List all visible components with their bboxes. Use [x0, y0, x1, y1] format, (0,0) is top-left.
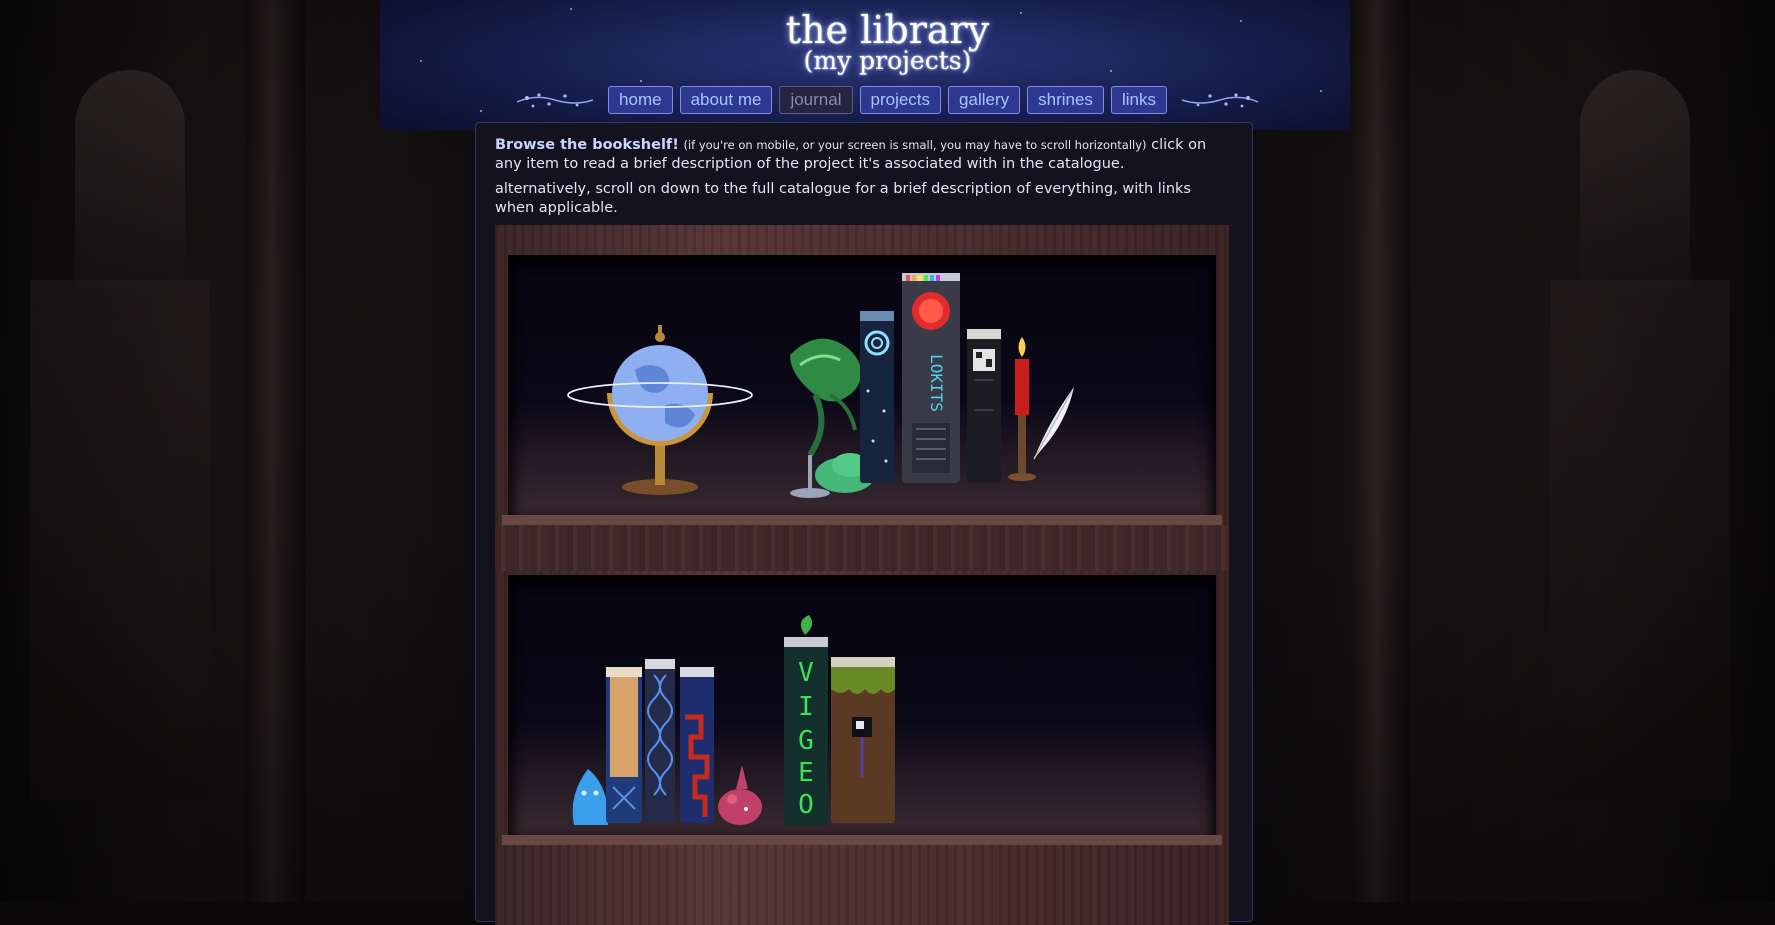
bookshelf: LOKITS V I G E O [495, 225, 1229, 925]
main-nav: home about me journal projects gallery s… [0, 86, 1775, 114]
intro-text: Browse the bookshelf! (if you're on mobi… [495, 136, 1225, 224]
quill-icon[interactable] [1028, 383, 1078, 463]
nav-gallery[interactable]: gallery [948, 86, 1021, 114]
nav-links[interactable]: links [1110, 86, 1167, 114]
vigeo-book-icon[interactable]: VIGEO [783, 615, 829, 825]
content-panel: Browse the bookshelf! (if you're on mobi… [475, 122, 1253, 925]
globe-icon[interactable] [565, 315, 755, 495]
right-bg-shelf [1550, 280, 1730, 800]
nav-journal[interactable]: journal [779, 86, 853, 114]
left-flourish-icon [516, 93, 594, 108]
intro-paragraph-1: Browse the bookshelf! (if you're on mobi… [495, 136, 1225, 174]
nav-projects[interactable]: projects [859, 86, 942, 114]
tan-book-icon[interactable] [605, 667, 643, 823]
bottom-shelf: VIGEO [502, 575, 1222, 845]
bottom-shelf-ledge [502, 835, 1222, 845]
top-shelf-ledge [502, 515, 1222, 525]
qr-book-icon[interactable] [966, 329, 1002, 483]
left-pillar [245, 0, 305, 902]
nav-about-me[interactable]: about me [679, 86, 773, 114]
intro-note: (if you're on mobile, or your screen is … [683, 138, 1147, 152]
nav-shrines[interactable]: shrines [1027, 86, 1104, 114]
page-subtitle: (my projects) [803, 46, 972, 75]
left-bg-shelf [30, 280, 210, 800]
dna-book-icon[interactable] [644, 659, 676, 823]
intro-lead: Browse the bookshelf! [495, 137, 679, 153]
lokits-title: LOKITS [927, 354, 946, 412]
intro-paragraph-2: alternatively, scroll on down to the ful… [495, 181, 1191, 216]
red-pattern-book-icon[interactable] [679, 667, 715, 823]
shelf-divider [495, 525, 1229, 571]
right-flourish-icon [1181, 93, 1259, 108]
right-pillar [1350, 0, 1410, 902]
spiral-book-icon[interactable] [858, 311, 896, 483]
lokits-book-icon[interactable]: LOKITS [900, 273, 962, 483]
nav-home[interactable]: home [608, 86, 673, 114]
grass-book-icon[interactable] [830, 657, 896, 823]
vigeo-title: VIGEO [798, 658, 814, 820]
mouse-icon[interactable] [716, 759, 768, 829]
top-shelf: LOKITS [502, 255, 1222, 525]
